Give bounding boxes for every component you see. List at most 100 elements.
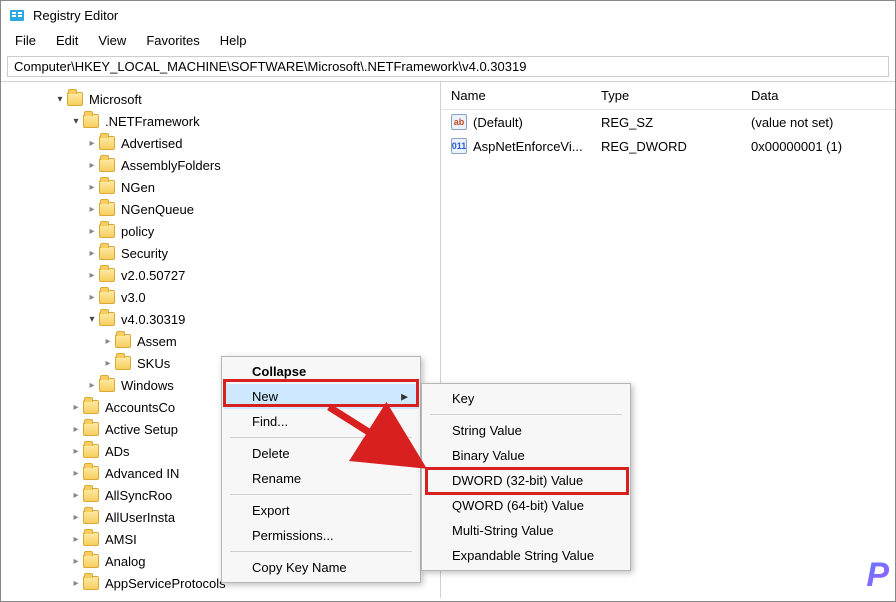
tree-label: v4.0.30319 (121, 312, 185, 327)
tree-label: Advanced IN (105, 466, 179, 481)
folder-icon (99, 268, 115, 282)
folder-icon (99, 202, 115, 216)
chevron-down-icon[interactable] (53, 94, 67, 105)
tree-label: v2.0.50727 (121, 268, 185, 283)
ctx-new-expand[interactable]: Expandable String Value (424, 543, 628, 568)
folder-icon (99, 158, 115, 172)
context-menu: Collapse New▶ Find... Delete Rename Expo… (221, 356, 421, 583)
folder-icon (83, 510, 99, 524)
menu-view[interactable]: View (90, 31, 134, 50)
tree-item[interactable]: v2.0.50727 (1, 264, 440, 286)
ctx-new-key[interactable]: Key (424, 386, 628, 411)
ctx-new-binary[interactable]: Binary Value (424, 443, 628, 468)
folder-icon (99, 136, 115, 150)
tree-item[interactable]: AssemblyFolders (1, 154, 440, 176)
chevron-right-icon[interactable] (69, 490, 83, 501)
tree-item[interactable]: Advertised (1, 132, 440, 154)
separator (230, 551, 412, 552)
value-type: REG_DWORD (591, 137, 741, 156)
tree-item[interactable]: Security (1, 242, 440, 264)
folder-icon (83, 400, 99, 414)
tree-label: v3.0 (121, 290, 146, 305)
folder-icon (83, 422, 99, 436)
tree-item[interactable]: Assem (1, 330, 440, 352)
ctx-export[interactable]: Export (224, 498, 418, 523)
ctx-new-multi[interactable]: Multi-String Value (424, 518, 628, 543)
chevron-right-icon[interactable] (69, 534, 83, 545)
chevron-right-icon[interactable] (69, 578, 83, 589)
chevron-right-icon[interactable] (85, 138, 99, 149)
folder-icon (115, 356, 131, 370)
menu-favorites[interactable]: Favorites (138, 31, 207, 50)
tree-label: NGenQueue (121, 202, 194, 217)
ctx-copy-key-name[interactable]: Copy Key Name (224, 555, 418, 580)
ctx-new[interactable]: New▶ (224, 384, 418, 409)
chevron-right-icon[interactable] (101, 336, 115, 347)
chevron-down-icon[interactable] (69, 116, 83, 127)
column-type[interactable]: Type (591, 82, 741, 109)
chevron-right-icon[interactable] (69, 424, 83, 435)
value-name: (Default) (473, 115, 523, 130)
value-type: REG_SZ (591, 113, 741, 132)
chevron-right-icon[interactable] (85, 204, 99, 215)
tree-item[interactable]: NGenQueue (1, 198, 440, 220)
tree-label: Advertised (121, 136, 182, 151)
separator (230, 494, 412, 495)
chevron-down-icon[interactable] (85, 314, 99, 325)
tree-label: policy (121, 224, 154, 239)
column-data[interactable]: Data (741, 82, 895, 109)
chevron-right-icon[interactable] (69, 446, 83, 457)
ctx-collapse[interactable]: Collapse (224, 359, 418, 384)
chevron-right-icon[interactable] (85, 226, 99, 237)
ctx-rename[interactable]: Rename (224, 466, 418, 491)
chevron-right-icon[interactable] (85, 248, 99, 259)
watermark-logo: P (866, 556, 889, 595)
separator (430, 414, 622, 415)
tree-label: Analog (105, 554, 145, 569)
ctx-new-qword[interactable]: QWORD (64-bit) Value (424, 493, 628, 518)
column-name[interactable]: Name (441, 82, 591, 109)
tree-label: NGen (121, 180, 155, 195)
folder-icon (67, 92, 83, 106)
menu-edit[interactable]: Edit (48, 31, 86, 50)
tree-item-microsoft[interactable]: Microsoft (1, 88, 440, 110)
separator (230, 437, 412, 438)
menu-file[interactable]: File (7, 31, 44, 50)
chevron-right-icon[interactable] (101, 358, 115, 369)
ctx-find[interactable]: Find... (224, 409, 418, 434)
window-title: Registry Editor (33, 8, 118, 23)
folder-icon (83, 444, 99, 458)
chevron-right-icon[interactable] (69, 512, 83, 523)
ctx-delete[interactable]: Delete (224, 441, 418, 466)
chevron-right-icon[interactable] (85, 380, 99, 391)
address-bar (1, 52, 895, 82)
chevron-right-icon[interactable] (69, 402, 83, 413)
context-submenu-new: Key String Value Binary Value DWORD (32-… (421, 383, 631, 571)
ctx-new-string[interactable]: String Value (424, 418, 628, 443)
value-data: 0x00000001 (1) (741, 137, 895, 156)
value-row[interactable]: ab(Default) REG_SZ (value not set) (441, 110, 895, 134)
tree-item[interactable]: NGen (1, 176, 440, 198)
tree-label: AccountsCo (105, 400, 175, 415)
chevron-right-icon[interactable] (85, 160, 99, 171)
chevron-right-icon[interactable] (85, 292, 99, 303)
ctx-permissions[interactable]: Permissions... (224, 523, 418, 548)
tree-label: AMSI (105, 532, 137, 547)
submenu-arrow-icon: ▶ (401, 391, 408, 402)
tree-item-netframework[interactable]: .NETFramework (1, 110, 440, 132)
chevron-right-icon[interactable] (85, 182, 99, 193)
chevron-right-icon[interactable] (85, 270, 99, 281)
chevron-right-icon[interactable] (69, 468, 83, 479)
folder-icon (83, 576, 99, 590)
values-header: Name Type Data (441, 82, 895, 110)
menu-help[interactable]: Help (212, 31, 255, 50)
tree-item[interactable]: policy (1, 220, 440, 242)
chevron-right-icon[interactable] (69, 556, 83, 567)
tree-item[interactable]: v3.0 (1, 286, 440, 308)
value-row[interactable]: 011AspNetEnforceVi... REG_DWORD 0x000000… (441, 134, 895, 158)
menubar: File Edit View Favorites Help (1, 29, 895, 52)
address-input[interactable] (7, 56, 889, 77)
ctx-new-dword[interactable]: DWORD (32-bit) Value (424, 468, 628, 493)
folder-icon (83, 114, 99, 128)
tree-item-v4[interactable]: v4.0.30319 (1, 308, 440, 330)
